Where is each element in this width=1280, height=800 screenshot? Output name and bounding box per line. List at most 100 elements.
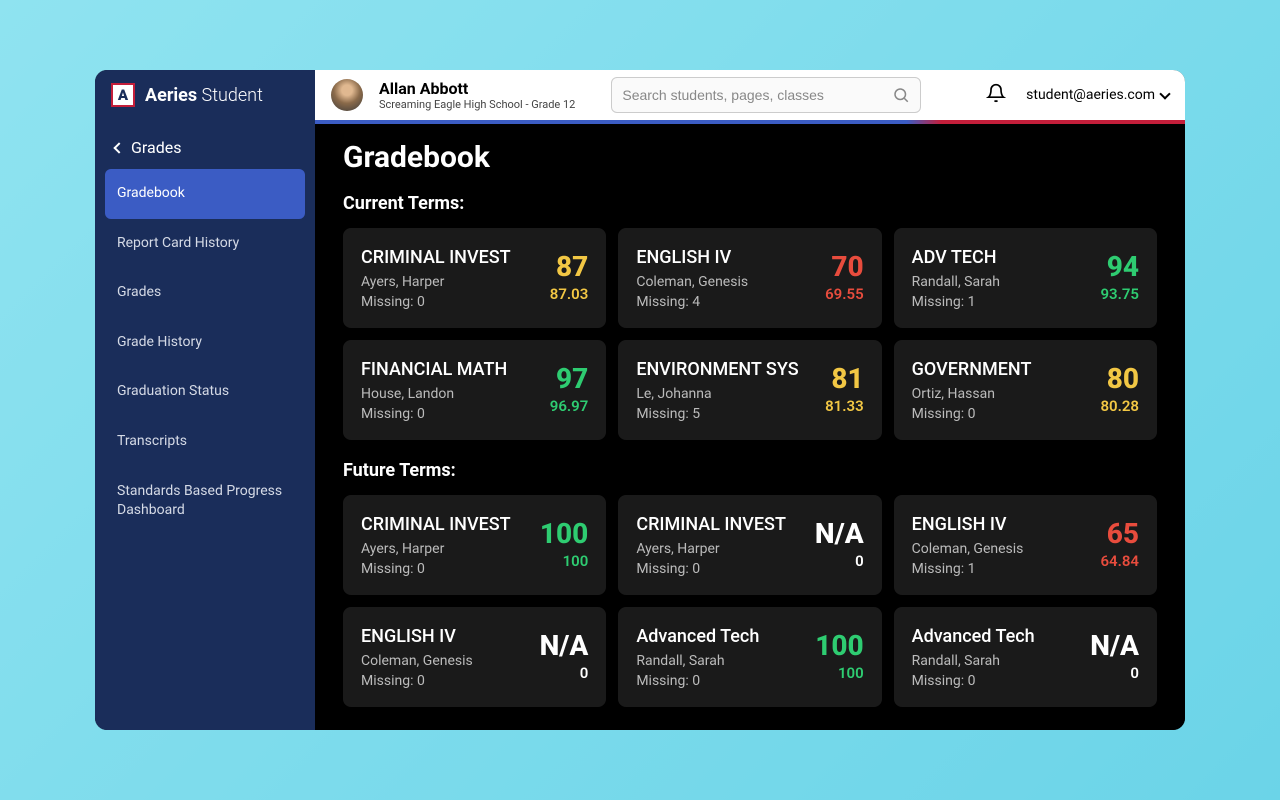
user-email: student@aeries.com: [1026, 87, 1155, 103]
grade-card[interactable]: CRIMINAL INVEST Ayers, Harper Missing: 0 10…: [343, 495, 606, 595]
grade-value: 94: [1100, 253, 1139, 281]
content: Gradebook Current Terms: CRIMINAL INVEST A…: [315, 120, 1185, 730]
section-title: Current Terms:: [343, 193, 1157, 214]
sidebar-item-grades[interactable]: Grades: [105, 268, 305, 318]
bell-icon: [986, 83, 1006, 103]
search-wrap[interactable]: [611, 77, 921, 113]
sidebar-back[interactable]: Grades: [95, 120, 315, 169]
missing-count: Missing: 0: [361, 561, 511, 577]
grade-card[interactable]: FINANCIAL MATH House, Landon Missing: 0 97 9…: [343, 340, 606, 440]
sidebar-nav: GradebookReport Card HistoryGradesGrade …: [95, 169, 315, 536]
course-name: FINANCIAL MATH: [361, 359, 507, 380]
grade-value: 100: [815, 632, 863, 660]
grade-card[interactable]: ENGLISH IVColeman, GenesisMissing: 16564…: [894, 495, 1157, 595]
sidebar-item-grade-history[interactable]: Grade History: [105, 318, 305, 368]
grade-card[interactable]: Advanced Tech Randall, Sarah Missing: 0 100…: [618, 607, 881, 707]
missing-count: Missing: 0: [361, 673, 473, 689]
grade-value: 80: [1100, 365, 1139, 393]
teacher-name: Ortiz, Hassan: [912, 386, 1032, 402]
grade-percent: 0: [540, 664, 589, 682]
topbar: Allan Abbott Screaming Eagle High School…: [315, 70, 1185, 120]
teacher-name: Ayers, Harper: [361, 274, 511, 290]
grade-value: 81: [825, 365, 864, 393]
missing-count: Missing: 0: [361, 406, 507, 422]
missing-count: Missing: 0: [361, 294, 511, 310]
sidebar: A Aeries Student Grades GradebookReport …: [95, 70, 315, 730]
card-grid: CRIMINAL INVEST Ayers, Harper Missing: 0 87…: [343, 228, 1157, 440]
teacher-name: Coleman, Genesis: [912, 541, 1024, 557]
grade-value: N/A: [540, 632, 589, 660]
grade-card[interactable]: Advanced Tech Randall, Sarah Missing: 0 N/A…: [894, 607, 1157, 707]
course-name: Advanced Tech: [636, 626, 759, 647]
teacher-name: House, Landon: [361, 386, 507, 402]
grade-value: 87: [550, 253, 589, 281]
grade-card[interactable]: ENGLISH IV Coleman, Genesis Missing: 0 N/A 0: [343, 607, 606, 707]
teacher-name: Ayers, Harper: [361, 541, 511, 557]
sidebar-section-title: Grades: [131, 138, 181, 157]
student-school: Screaming Eagle High School - Grade 12: [379, 98, 575, 111]
sidebar-item-gradebook[interactable]: Gradebook: [105, 169, 305, 219]
sidebar-item-graduation-status[interactable]: Graduation Status: [105, 367, 305, 417]
notifications-button[interactable]: [986, 83, 1006, 107]
grade-percent: 87.03: [550, 285, 589, 303]
grade-card[interactable]: CRIMINAL INVEST Ayers, Harper Missing: 0 N/…: [618, 495, 881, 595]
grade-percent: 96.97: [550, 397, 589, 415]
grade-percent: 93.75: [1100, 285, 1139, 303]
grade-percent: 69.55: [825, 285, 864, 303]
search-input[interactable]: [622, 87, 892, 103]
grade-card[interactable]: GOVERNMENTOrtiz, HassanMissing: 08080.28: [894, 340, 1157, 440]
grade-percent: 0: [815, 552, 864, 570]
teacher-name: Randall, Sarah: [636, 653, 759, 669]
teacher-name: Le, Johanna: [636, 386, 798, 402]
grade-card[interactable]: ADV TECH Randall, Sarah Missing: 1 94 93.75: [894, 228, 1157, 328]
missing-count: Missing: 5: [636, 406, 798, 422]
logo-text: Aeries Student: [145, 85, 263, 106]
missing-count: Missing: 0: [912, 673, 1035, 689]
grade-value: 97: [550, 365, 589, 393]
avatar[interactable]: [331, 79, 363, 111]
course-name: ADV TECH: [912, 247, 1000, 268]
grade-card[interactable]: ENVIRONMENT SYSLe, JohannaMissing: 58181…: [618, 340, 881, 440]
teacher-name: Randall, Sarah: [912, 274, 1000, 290]
teacher-name: Randall, Sarah: [912, 653, 1035, 669]
page-title: Gradebook: [343, 140, 1157, 175]
search-icon: [892, 86, 910, 104]
card-grid: CRIMINAL INVEST Ayers, Harper Missing: 0 10…: [343, 495, 1157, 707]
teacher-name: Coleman, Genesis: [636, 274, 748, 290]
grade-value: N/A: [1090, 632, 1139, 660]
grade-percent: 80.28: [1100, 397, 1139, 415]
grade-value: 100: [540, 520, 588, 548]
course-name: ENGLISH IV: [636, 247, 748, 268]
teacher-name: Ayers, Harper: [636, 541, 786, 557]
course-name: ENGLISH IV: [361, 626, 473, 647]
user-menu[interactable]: student@aeries.com: [1026, 87, 1169, 103]
chevron-down-icon: [1159, 88, 1170, 99]
missing-count: Missing: 1: [912, 561, 1024, 577]
section-title: Future Terms:: [343, 460, 1157, 481]
missing-count: Missing: 1: [912, 294, 1000, 310]
grade-value: N/A: [815, 520, 864, 548]
grade-percent: 0: [1090, 664, 1139, 682]
course-name: GOVERNMENT: [912, 359, 1032, 380]
teacher-name: Coleman, Genesis: [361, 653, 473, 669]
sidebar-item-report-card-history[interactable]: Report Card History: [105, 219, 305, 269]
logo[interactable]: A Aeries Student: [95, 70, 315, 120]
missing-count: Missing: 0: [636, 673, 759, 689]
logo-icon: A: [111, 83, 135, 107]
grade-card[interactable]: ENGLISH IVColeman, GenesisMissing: 47069…: [618, 228, 881, 328]
grade-percent: 81.33: [825, 397, 864, 415]
missing-count: Missing: 4: [636, 294, 748, 310]
course-name: CRIMINAL INVEST: [361, 514, 511, 535]
student-name: Allan Abbott: [379, 79, 575, 98]
course-name: CRIMINAL INVEST: [361, 247, 511, 268]
course-name: ENGLISH IV: [912, 514, 1024, 535]
student-info: Allan Abbott Screaming Eagle High School…: [379, 79, 575, 111]
grade-percent: 100: [815, 664, 863, 682]
missing-count: Missing: 0: [636, 561, 786, 577]
course-name: Advanced Tech: [912, 626, 1035, 647]
sidebar-item-transcripts[interactable]: Transcripts: [105, 417, 305, 467]
app-frame: A Aeries Student Grades GradebookReport …: [95, 70, 1185, 730]
course-name: CRIMINAL INVEST: [636, 514, 786, 535]
grade-card[interactable]: CRIMINAL INVEST Ayers, Harper Missing: 0 87…: [343, 228, 606, 328]
sidebar-item-standards-based-progress-dashboard[interactable]: Standards Based Progress Dashboard: [105, 467, 305, 536]
